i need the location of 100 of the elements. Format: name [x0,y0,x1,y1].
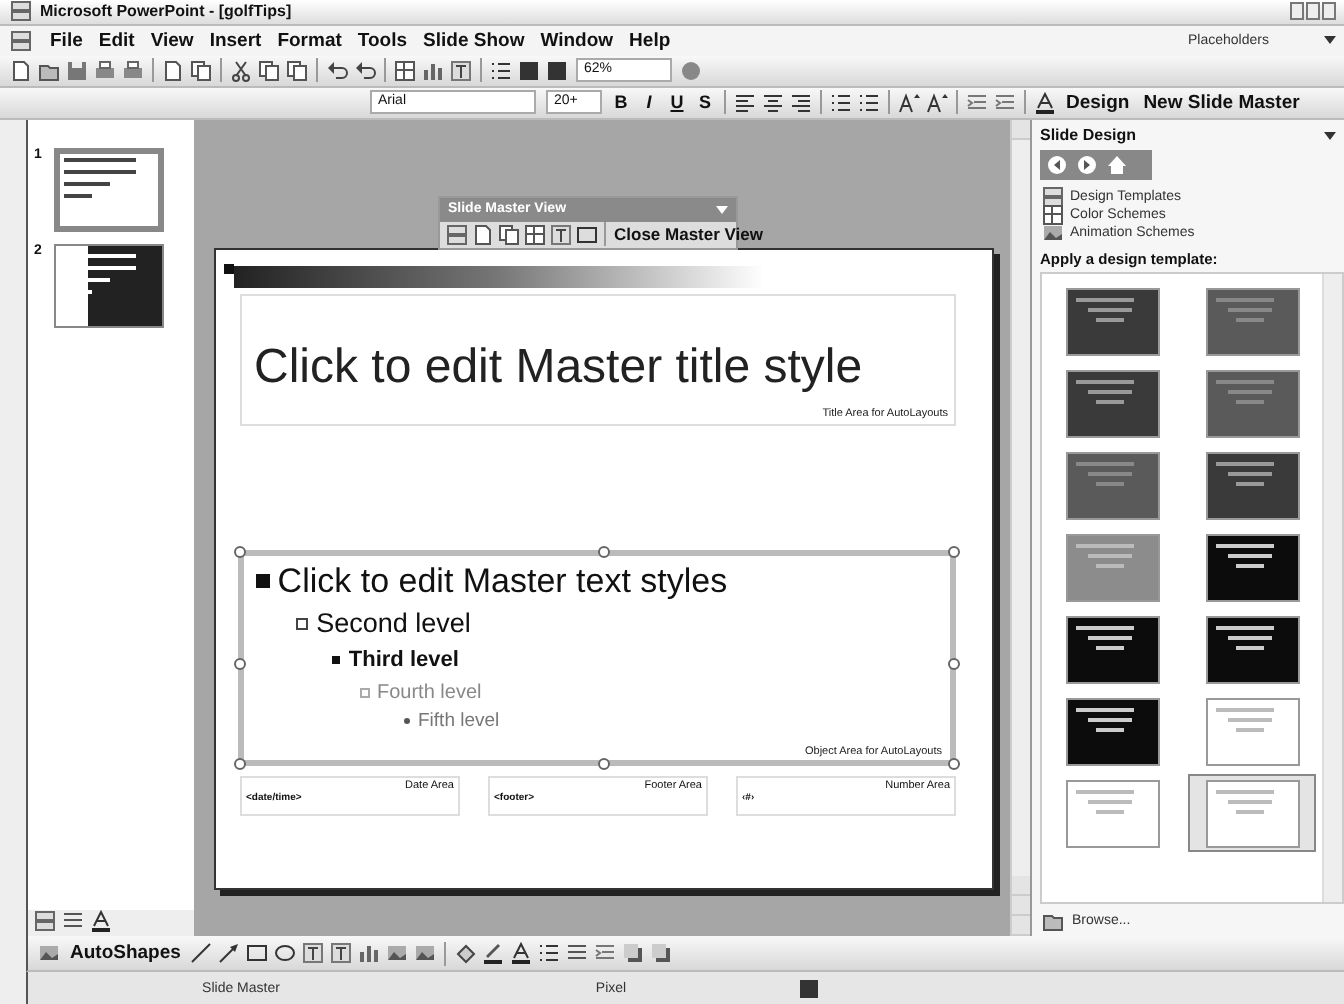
slide-thumbnail[interactable] [54,147,164,232]
font-color-icon[interactable] [510,942,533,965]
arrow-icon[interactable] [218,942,241,965]
chart-icon[interactable] [422,59,444,82]
undo-icon[interactable] [326,59,348,82]
style-button[interactable]: U [664,92,690,113]
scroll-bar[interactable] [1322,273,1342,903]
color-block-icon[interactable] [546,59,568,82]
shadow-icon[interactable] [622,942,645,965]
slides-icon[interactable] [10,29,32,52]
indent-icon[interactable] [594,942,617,965]
align-center-icon[interactable] [762,91,784,114]
home-icon[interactable] [1106,153,1128,176]
menu-item[interactable]: Tools [357,29,408,52]
table-icon[interactable] [394,59,416,82]
font-color-icon[interactable] [90,910,112,933]
back-icon[interactable] [1046,153,1068,176]
slides-icon[interactable] [34,910,56,933]
list-icon[interactable] [538,942,561,965]
printer-icon[interactable] [94,59,116,82]
bullet-icon [360,688,369,698]
picture-icon[interactable] [414,942,437,965]
new-document-icon[interactable] [10,59,32,82]
picture-icon[interactable] [38,942,60,965]
list-icon[interactable] [858,91,880,114]
window-title: Microsoft PowerPoint - [golfTips] [40,2,294,21]
shadow-icon[interactable] [650,942,673,965]
table-icon[interactable] [524,223,546,246]
text-box-icon[interactable] [330,942,353,965]
table-icon[interactable] [1042,203,1064,226]
rectangle-icon[interactable] [246,942,269,965]
align-right-icon[interactable] [790,91,812,114]
scissors-icon[interactable] [230,59,252,82]
resize-handle[interactable] [597,545,609,558]
folder-icon[interactable] [1042,909,1064,932]
close-master-view-button[interactable]: Close Master View [614,224,763,245]
save-icon[interactable] [66,59,88,82]
font-size-icon[interactable] [898,91,920,114]
paint-bucket-icon[interactable] [454,942,477,965]
copy-icon[interactable] [258,59,280,82]
copy-icon[interactable] [498,223,520,246]
picture-icon[interactable] [386,942,409,965]
line-color-icon[interactable] [482,942,505,965]
bullet-icon [404,718,410,725]
font-color-icon[interactable] [1034,91,1056,114]
text-level: Fifth level [418,710,500,733]
indent-icon[interactable] [966,91,988,114]
color-block-icon[interactable] [518,59,540,82]
printer-icon[interactable] [122,59,144,82]
design-button[interactable]: Design [1060,91,1136,114]
caret-icon[interactable] [1324,131,1336,140]
picture-icon[interactable] [1042,221,1064,244]
style-button[interactable]: I [636,92,662,113]
slides-icon[interactable] [10,0,32,23]
copy-icon[interactable] [286,59,308,82]
list-icon[interactable] [830,91,852,114]
menu-item[interactable]: Help [629,29,671,52]
chart-icon[interactable] [358,942,381,965]
menu-item[interactable]: View [150,29,194,52]
resize-handle[interactable] [234,657,246,670]
folder-icon[interactable] [38,59,60,82]
resize-handle[interactable] [234,757,246,770]
caret-icon[interactable] [1324,36,1336,45]
font-size-icon[interactable] [926,91,948,114]
copy-icon[interactable] [190,59,212,82]
new-document-icon[interactable] [162,59,184,82]
align-left-icon[interactable] [734,91,756,114]
resize-handle[interactable] [948,545,960,558]
forward-icon[interactable] [1076,153,1098,176]
menu-item[interactable]: Slide Show [423,29,525,52]
color-block-icon[interactable] [798,977,820,1000]
style-button[interactable]: S [692,92,718,113]
new-document-icon[interactable] [472,223,494,246]
slides-icon[interactable] [446,223,468,246]
rectangle-icon[interactable] [576,223,598,246]
list-icon[interactable] [490,59,512,82]
autoshapes-menu[interactable]: AutoShapes [64,942,187,965]
resize-handle[interactable] [948,757,960,770]
resize-handle[interactable] [948,657,960,670]
text-box-icon[interactable] [302,942,325,965]
outline-icon[interactable] [62,910,84,933]
menu-item[interactable]: Format [277,29,342,52]
menu-item[interactable]: Window [540,29,614,52]
new-slide-master-button[interactable]: New Slide Master [1137,91,1306,114]
oval-icon[interactable] [274,942,297,965]
outline-icon[interactable] [566,942,589,965]
text-box-icon[interactable] [550,223,572,246]
undo-icon[interactable] [354,59,376,82]
menu-item[interactable]: Edit [98,29,135,52]
slide-thumbnail[interactable] [54,243,164,328]
resize-handle[interactable] [234,545,246,558]
menu-item[interactable]: File [50,29,83,52]
indent-icon[interactable] [994,91,1016,114]
text-box-icon[interactable] [450,59,472,82]
menu-item[interactable]: Insert [209,29,262,52]
slides-icon[interactable] [1042,185,1064,208]
line-icon[interactable] [190,942,213,965]
help-icon[interactable] [680,59,702,82]
style-button[interactable]: B [608,92,634,113]
resize-handle[interactable] [597,757,609,770]
